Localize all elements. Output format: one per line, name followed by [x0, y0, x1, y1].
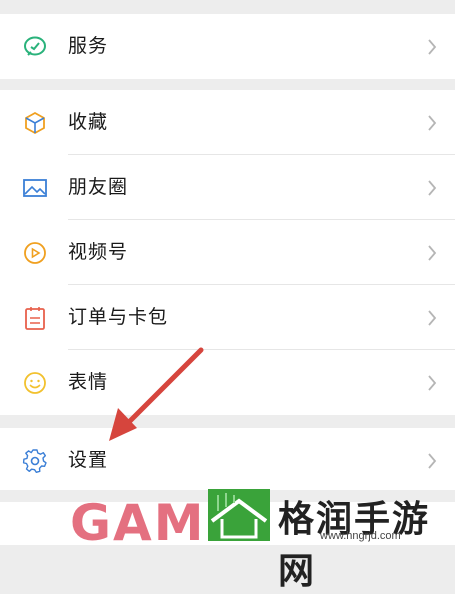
orders-cards-icon [22, 305, 48, 331]
watermark-game-text: GAM [70, 494, 206, 552]
menu-item-service[interactable]: 服务 [0, 14, 455, 79]
menu-item-favorites[interactable]: 收藏 [0, 90, 455, 155]
watermark-url: www.hngrjd.com [320, 530, 401, 542]
menu-group-service: 服务 [0, 14, 455, 79]
menu-item-orders-cards[interactable]: 订单与卡包 [0, 285, 455, 350]
chevron-right-icon [427, 38, 437, 56]
service-icon [22, 34, 48, 60]
menu-item-label: 表情 [68, 371, 109, 393]
menu-group-main: 收藏 朋友圈 视频号 订单与卡包 表情 [0, 90, 455, 415]
chevron-right-icon [427, 114, 437, 132]
menu-item-label: 服务 [68, 35, 109, 57]
menu-group-settings: 设置 [0, 428, 455, 493]
menu-item-moments[interactable]: 朋友圈 [0, 155, 455, 220]
menu-item-label: 订单与卡包 [68, 306, 169, 328]
sticker-smile-icon [22, 370, 48, 396]
menu-item-label: 视频号 [68, 241, 129, 263]
menu-item-channels[interactable]: 视频号 [0, 220, 455, 285]
moments-image-icon [22, 175, 48, 201]
favorites-cube-icon [22, 110, 48, 136]
menu-item-label: 设置 [68, 449, 109, 471]
menu-item-stickers[interactable]: 表情 [0, 350, 455, 415]
menu-item-settings[interactable]: 设置 [0, 428, 455, 493]
menu-item-label: 收藏 [68, 111, 109, 133]
chevron-right-icon [427, 309, 437, 327]
channels-play-icon [22, 240, 48, 266]
menu-item-label: 朋友圈 [68, 176, 129, 198]
watermark-site-name: 格润手游网 [278, 499, 431, 592]
settings-gear-icon [22, 448, 48, 474]
chevron-right-icon [427, 452, 437, 470]
chevron-right-icon [427, 179, 437, 197]
watermark-house-logo [208, 489, 270, 541]
chevron-right-icon [427, 374, 437, 392]
chevron-right-icon [427, 244, 437, 262]
